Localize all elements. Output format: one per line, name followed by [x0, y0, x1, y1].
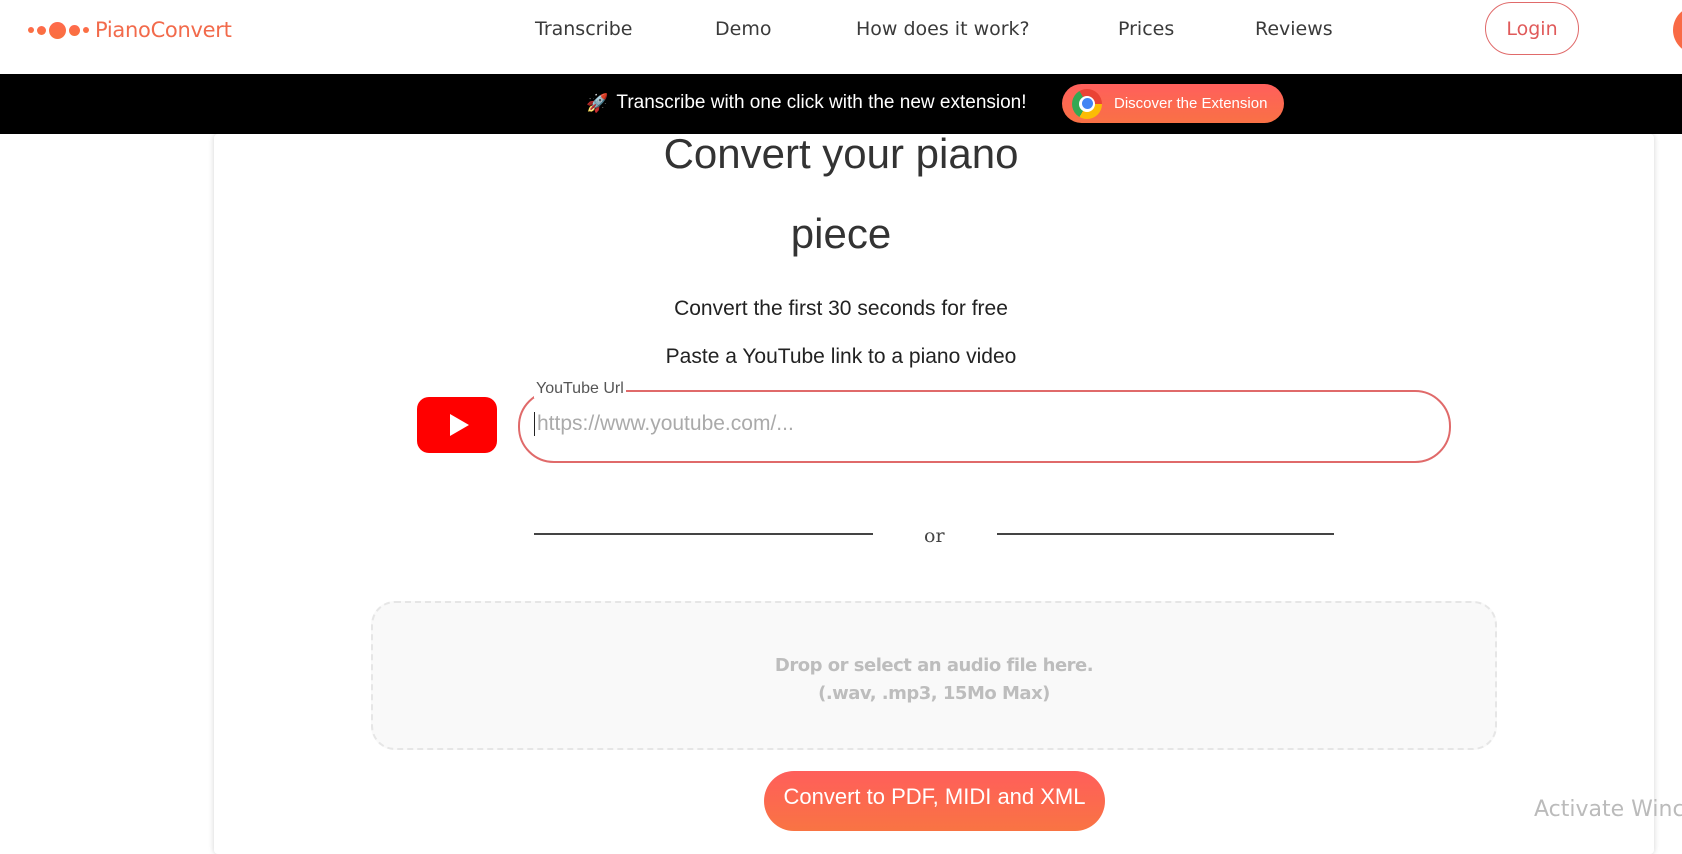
nav-link-prices[interactable]: Prices: [1118, 18, 1174, 40]
page-title-line1: Convert your piano: [663, 130, 1019, 177]
divider-right: [997, 533, 1334, 535]
rocket-icon: 🚀: [586, 92, 609, 113]
promo-message: 🚀 Transcribe with one click with the new…: [586, 92, 1027, 114]
nav-link-transcribe[interactable]: Transcribe: [535, 18, 633, 40]
nav-link-reviews[interactable]: Reviews: [1255, 18, 1333, 40]
chrome-icon: [1072, 88, 1102, 119]
top-nav: PianoConvert Transcribe Demo How does it…: [0, 0, 1682, 74]
promo-text: Transcribe with one click with the new e…: [616, 92, 1027, 113]
audio-dropzone[interactable]: Drop or select an audio file here. (.wav…: [371, 601, 1497, 750]
youtube-url-label: YouTube Url: [534, 380, 626, 398]
free-trial-subtitle: Convert the first 30 seconds for free: [674, 297, 1008, 320]
login-button[interactable]: Login: [1485, 2, 1579, 55]
youtube-url-field[interactable]: YouTube Url: [518, 380, 1451, 463]
divider-left: [534, 533, 873, 535]
activate-windows-watermark: Activate Winc: [1534, 797, 1682, 822]
page-title-line2: piece: [790, 210, 892, 257]
youtube-instruction: Paste a YouTube link to a piano video: [665, 345, 1017, 368]
dropzone-formats: (.wav, .mp3, 15Mo Max): [818, 683, 1050, 704]
discover-extension-button[interactable]: Discover the Extension: [1062, 84, 1284, 123]
nav-links: Transcribe Demo How does it work? Prices…: [0, 18, 1682, 42]
dropzone-instruction: Drop or select an audio file here.: [774, 655, 1094, 676]
youtube-icon: [417, 397, 497, 453]
nav-link-how-it-works[interactable]: How does it work?: [856, 18, 1030, 40]
signup-button[interactable]: [1673, 6, 1682, 54]
youtube-url-input[interactable]: [534, 412, 1414, 436]
promo-banner: 🚀 Transcribe with one click with the new…: [0, 74, 1682, 134]
discover-extension-label: Discover the Extension: [1114, 95, 1268, 112]
convert-button[interactable]: Convert to PDF, MIDI and XML: [764, 771, 1105, 831]
divider-or-text: or: [924, 525, 945, 547]
nav-link-demo[interactable]: Demo: [715, 18, 771, 40]
